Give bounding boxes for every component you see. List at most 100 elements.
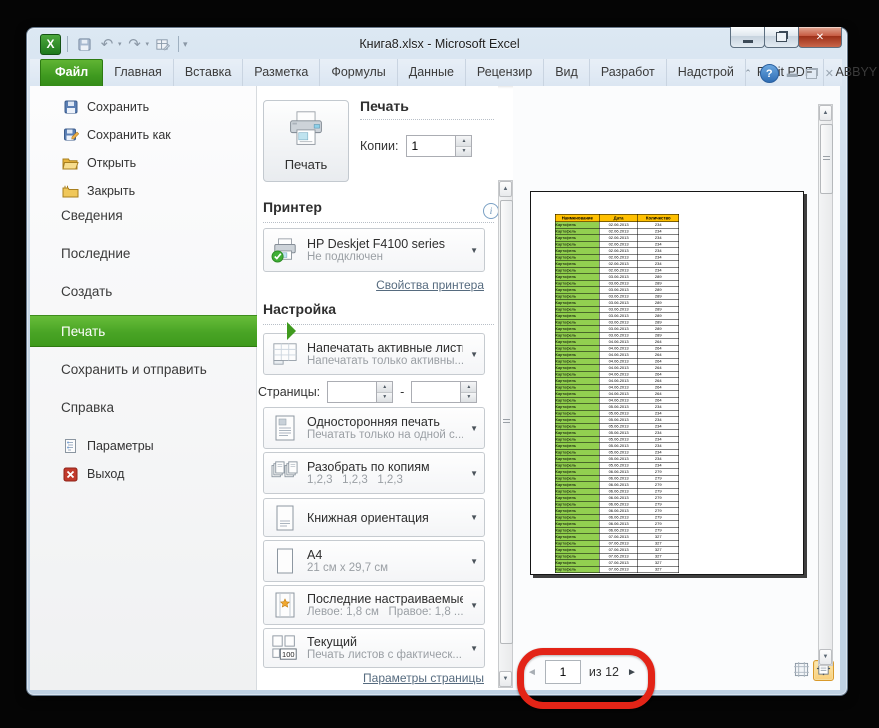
sidebar-item[interactable]: Открыть [30,151,288,175]
dropdown-title: Разобрать по копиям [307,460,430,474]
scroll-down-icon[interactable]: ▼ [819,649,832,665]
chevron-down-icon: ▼ [470,468,478,478]
scrollbar-thumb[interactable] [500,200,513,644]
pages-row: Страницы: ▲ ▼ - ▲ ▼ [258,381,478,403]
copies-down-icon[interactable]: ▼ [456,146,472,156]
sidebar-item[interactable]: Сохранить [30,95,288,119]
ribbon-tab[interactable]: Главная [103,59,174,86]
settings-scrollbar[interactable]: ▲ ▼ [498,180,513,688]
table-cell: 327 [637,566,679,573]
draw-table-icon[interactable] [152,34,172,54]
sidebar-item[interactable]: Параметры [30,434,288,458]
scroll-up-icon[interactable]: ▲ [819,105,832,121]
sidebar-item-label: Печать [61,323,106,339]
settings-section-header: Настройка [263,301,337,317]
ribbon-tab[interactable]: Разметка [243,59,321,86]
dropdown-subtitle: Напечатать только активны... [307,355,464,367]
ribbon-tab[interactable]: Вставка [174,59,244,86]
ribbon-tab[interactable]: Формулы [320,59,398,86]
sidebar-item[interactable]: Сведения [30,202,287,228]
table-header: Дата [599,214,639,222]
divider [67,36,68,52]
close-button[interactable]: ✕ [798,27,842,48]
pages-to-down-icon[interactable]: ▼ [461,392,477,402]
scrollbar-thumb[interactable] [820,124,833,194]
chevron-down-icon: ▼ [470,349,478,359]
printer-section-header: Принтер [263,199,322,215]
printer-properties-link[interactable]: Свойства принтера [376,278,484,292]
print-button[interactable]: Печать [263,100,349,182]
chevron-down-icon: ▼ [470,643,478,653]
pages-from-up-icon[interactable]: ▲ [377,382,393,393]
dropdown-title: Односторонняя печать [307,415,440,429]
printer-name: HP Deskjet F4100 series [307,237,446,251]
ribbon-tab-file[interactable]: Файл [40,59,104,86]
copies-up-icon[interactable]: ▲ [456,136,472,147]
ribbon-tab[interactable]: Данные [398,59,466,86]
pages-from-down-icon[interactable]: ▼ [377,392,393,402]
collation-select[interactable]: Разобрать по копиям 1,2,3 1,2,3 1,2,3 ▼ [263,452,485,494]
workbook-restore-icon[interactable] [805,68,817,79]
paper-size-select[interactable]: A4 21 см x 29,7 см ▼ [263,540,485,582]
excel-logo-icon[interactable]: X [40,33,61,55]
orientation-select[interactable]: Книжная ориентация ▼ [263,498,485,537]
copies-stepper: ▲▼ [406,135,473,157]
sidebar-item[interactable]: Последние [30,240,287,266]
redo-dropdown-icon[interactable]: ▾ [146,40,150,48]
sidebar-item[interactable]: Создать [30,278,287,304]
dropdown-subtitle: Левое: 1,8 см Правое: 1,8 ... [307,606,464,618]
floppy-pencil-icon [62,127,79,144]
preview-scrollbar[interactable]: ▲ ▼ [818,104,833,666]
printer-info-icon[interactable]: i [483,203,499,219]
screen: X ↶ ▾ ↷ ▾ ▾ Книга8.xlsx - Microsoft Excel … [0,0,879,728]
dropdown-title: Последние настраиваемые ... [307,592,464,606]
copies-input[interactable] [406,135,456,157]
active-sheets-icon [270,338,300,370]
sidebar-item-label: Открыть [87,156,137,170]
help-icon[interactable]: ? [759,64,779,83]
table-cell: Картофель [554,566,600,573]
ribbon-tab[interactable]: Рецензир [466,59,545,86]
scroll-down-icon[interactable]: ▼ [499,671,512,687]
undo-dropdown-icon[interactable]: ▾ [118,40,122,48]
dropdown-subtitle: Печать листов с фактическ... [307,649,462,661]
scroll-up-icon[interactable]: ▲ [499,181,512,197]
sidebar-item-label: Сохранить [87,100,150,114]
minimize-button[interactable] [730,27,765,48]
workbook-close-icon[interactable]: ✕ [825,67,834,80]
margins-select[interactable]: Последние настраиваемые ... Левое: 1,8 см… [263,585,485,625]
sidebar-item-label: Параметры [87,439,154,453]
pages-to-up-icon[interactable]: ▲ [461,382,477,393]
copies-label: Копии: [360,139,399,153]
scaling-select[interactable]: 100 Текущий Печать листов с фактическ... ▼ [263,628,485,668]
restore-button[interactable] [764,27,799,48]
collapse-ribbon-icon[interactable]: ⌃ [744,68,752,79]
pages-from-input[interactable] [327,381,377,403]
sidebar-item[interactable]: Справка [30,394,287,420]
print-what-select[interactable]: Напечатать активные листы Напечатать толь… [263,333,485,375]
dropdown-subtitle: 1,2,3 1,2,3 1,2,3 [307,474,403,486]
duplex-select[interactable]: Односторонняя печать Печатать только на о… [263,407,485,449]
sidebar-item[interactable]: Закрыть [30,179,288,203]
workbook-minimize-icon[interactable]: ▬ [787,68,798,80]
ribbon-tab[interactable]: Разработ [590,59,667,86]
sidebar-item[interactable]: Печать [30,315,296,347]
portrait-icon [270,502,300,534]
sidebar-item[interactable]: Выход [30,462,288,486]
quick-access-toolbar: X ↶ ▾ ↷ ▾ ▾ [40,33,188,55]
ribbon-tab[interactable]: Вид [544,59,590,86]
sidebar-item[interactable]: Сохранить как [30,123,288,147]
pages-to-input[interactable] [411,381,461,403]
pages-to-stepper: ▲ ▼ [411,381,478,403]
save-icon[interactable] [74,34,94,54]
ribbon-tab[interactable]: Надстрой [667,59,746,86]
page-setup-link[interactable]: Параметры страницы [363,671,484,685]
window-title: Книга8.xlsx - Microsoft Excel [359,37,520,51]
chevron-down-icon: ▼ [470,556,478,566]
print-button-label: Печать [284,157,328,172]
printer-select[interactable]: HP Deskjet F4100 series Не подключен ▼ [263,228,485,272]
sidebar-item[interactable]: Сохранить и отправить [30,356,287,382]
show-margins-button[interactable] [792,661,811,681]
undo-icon[interactable]: ↶ [97,34,117,54]
redo-icon[interactable]: ↷ [125,34,145,54]
